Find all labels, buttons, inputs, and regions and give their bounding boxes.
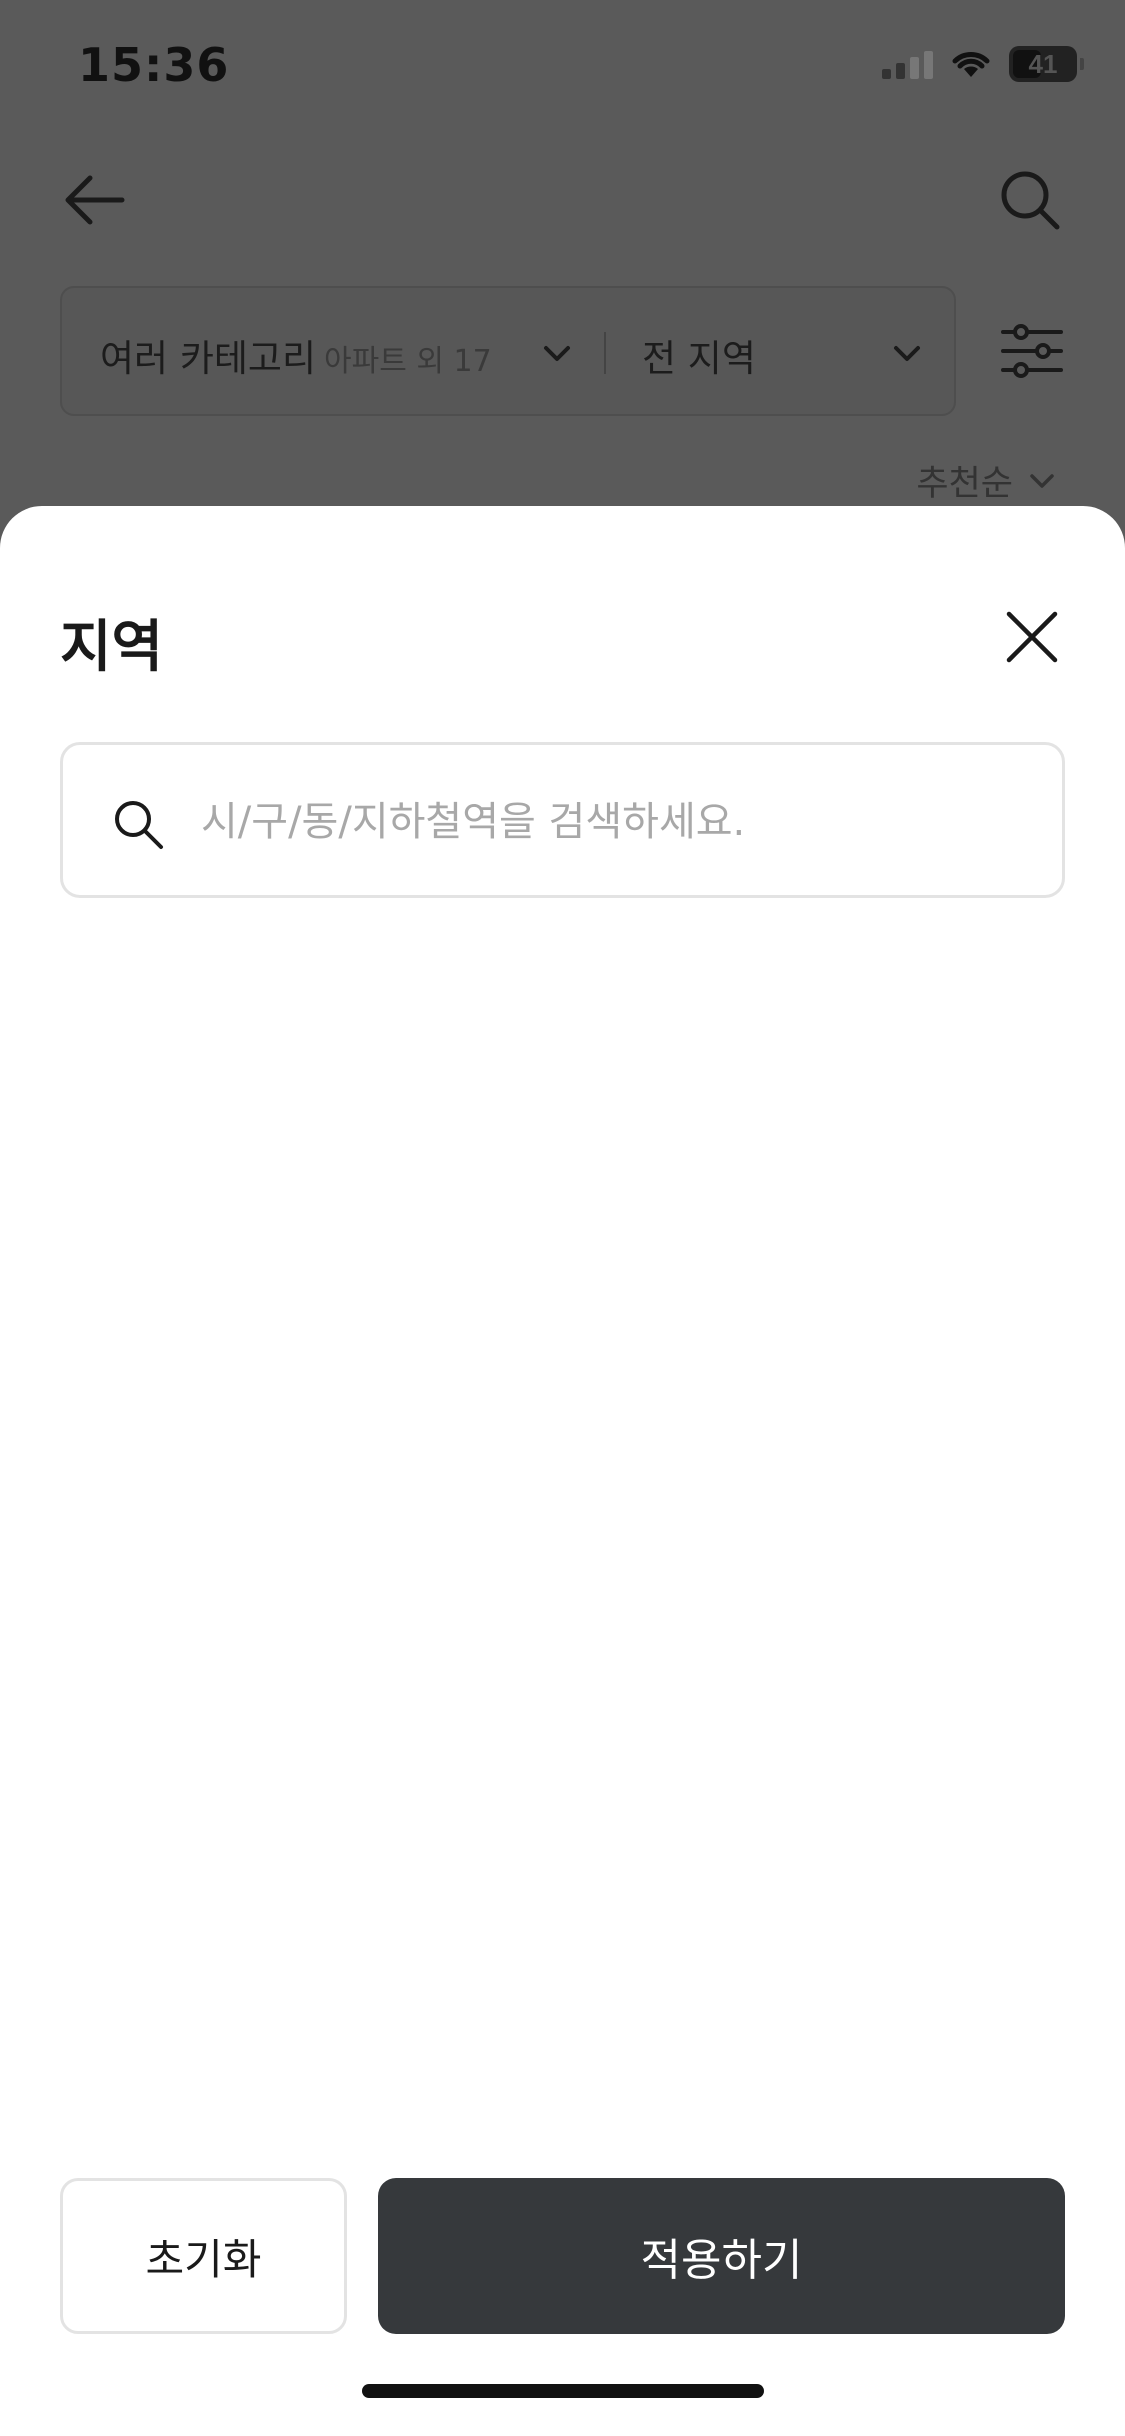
search-icon <box>115 801 163 849</box>
region-bottom-sheet: 지역 초기화 적용하기 <box>0 506 1125 2436</box>
sort-label: 추천순 <box>916 464 1013 504</box>
battery-icon: 41 <box>1009 46 1084 82</box>
region-search-input[interactable] <box>201 785 1031 859</box>
wifi-icon <box>952 52 990 77</box>
chevron-down-icon <box>1030 473 1054 488</box>
category-label: 여러 카테고리 <box>100 337 317 380</box>
filter-divider <box>604 332 606 374</box>
cellular-signal-icon <box>882 49 933 79</box>
sort-dropdown[interactable]: 추천순 <box>916 455 1057 506</box>
filter-bar: 여러 카테고리 아파트 외 17 전 지역 <box>60 286 956 416</box>
close-icon[interactable] <box>1001 606 1063 668</box>
region-filter[interactable]: 전 지역 <box>642 328 756 382</box>
chevron-down-icon <box>894 346 920 361</box>
chevron-down-icon <box>544 346 570 361</box>
home-indicator-area <box>0 2376 1125 2436</box>
sheet-title: 지역 <box>60 615 164 680</box>
reset-button[interactable]: 초기화 <box>60 2178 347 2334</box>
home-indicator[interactable] <box>362 2384 764 2398</box>
sliders-icon[interactable] <box>999 318 1065 384</box>
battery-level: 41 <box>1028 48 1058 79</box>
status-icons: 41 <box>882 46 1084 82</box>
status-time: 15:36 <box>78 38 230 92</box>
search-icon[interactable] <box>995 165 1065 235</box>
region-search-box[interactable] <box>60 742 1065 898</box>
apply-button[interactable]: 적용하기 <box>378 2178 1065 2334</box>
category-filter[interactable]: 여러 카테고리 아파트 외 17 <box>100 328 492 382</box>
category-sub-label: 아파트 외 17 <box>324 344 492 379</box>
arrow-left-icon[interactable] <box>60 165 130 235</box>
status-bar: 15:36 41 <box>0 0 1125 140</box>
